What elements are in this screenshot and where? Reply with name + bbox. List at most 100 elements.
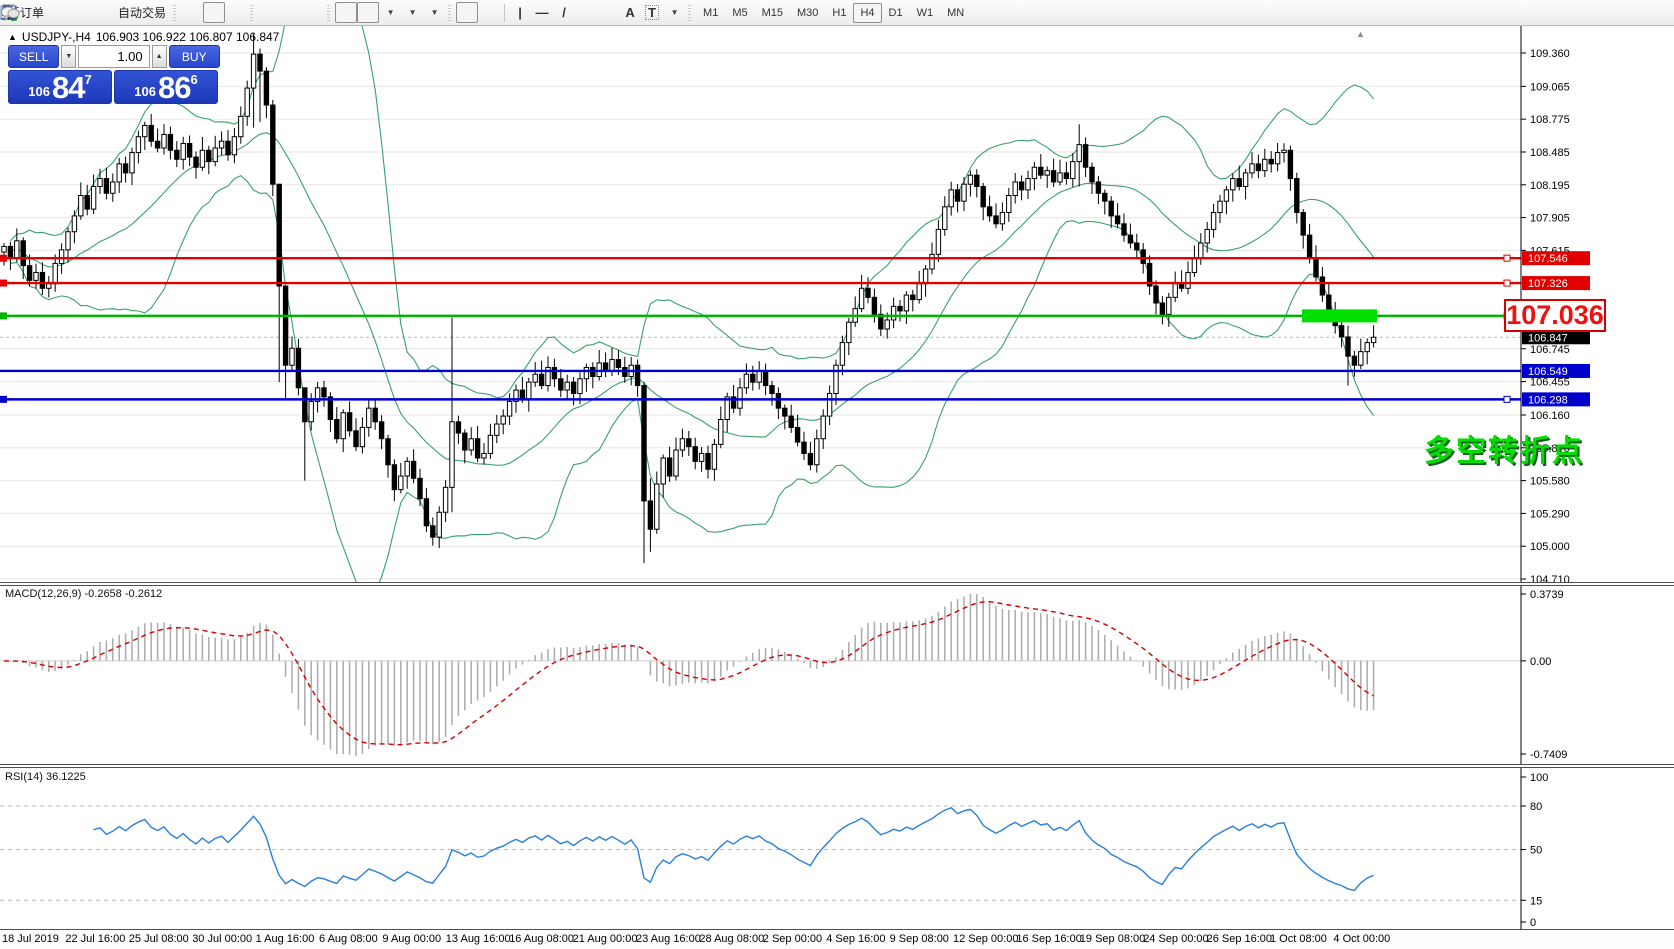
add-indicator-button[interactable]: ▼ — [379, 2, 401, 23]
zoom-in-button[interactable] — [258, 2, 280, 23]
timeframe-MN[interactable]: MN — [940, 3, 971, 23]
time-axis-label: 9 Sep 08:00 — [890, 933, 949, 945]
svg-text:107.905: 107.905 — [1530, 213, 1570, 225]
tile-windows-button[interactable] — [302, 2, 324, 23]
buy-button[interactable]: BUY — [169, 45, 220, 68]
volume-input[interactable]: 1.00 — [78, 45, 149, 68]
svg-text:109.065: 109.065 — [1530, 81, 1570, 93]
time-axis-label: 21 Aug 00:00 — [573, 933, 638, 945]
svg-text:105.000: 105.000 — [1530, 541, 1570, 553]
time-axis-label: 28 Aug 08:00 — [699, 933, 764, 945]
time-axis-label: 30 Jul 00:00 — [192, 933, 252, 945]
timeframe-M30[interactable]: M30 — [790, 3, 825, 23]
rsi-panel-canvas[interactable]: 1008050150 — [0, 768, 1674, 929]
svg-text:80: 80 — [1530, 801, 1542, 813]
profile-button[interactable] — [70, 2, 92, 23]
macd-panel-canvas[interactable]: 0.3739 0.00 -0.7409 — [0, 586, 1674, 764]
timeframe-M1[interactable]: M1 — [696, 3, 725, 23]
vline-icon: | — [518, 6, 522, 19]
time-axis-label: 12 Sep 00:00 — [953, 933, 1018, 945]
chart-header: ▲ USDJPY-,H4 106.903 106.922 106.807 106… — [8, 30, 279, 44]
chevron-down-icon: ▼ — [671, 8, 679, 17]
time-axis-label: 18 Jul 2019 — [2, 933, 59, 945]
trendline-icon: / — [562, 6, 566, 19]
signal-button[interactable] — [92, 2, 114, 23]
main-chart-canvas[interactable]: 109.360109.065108.775108.485108.195107.9… — [0, 26, 1674, 582]
line-chart-button[interactable] — [225, 2, 247, 23]
sell-price-figure: 106 — [28, 82, 50, 102]
label-icon: T — [646, 6, 658, 19]
text-tool[interactable]: A — [619, 2, 641, 23]
bar-chart-button[interactable] — [181, 2, 203, 23]
cursor-button[interactable] — [456, 2, 478, 23]
buy-price[interactable]: 106 86 6 — [114, 70, 218, 104]
timeframe-W1[interactable]: W1 — [910, 3, 941, 23]
auto-scroll-button[interactable] — [335, 2, 357, 23]
time-axis-label: 16 Sep 16:00 — [1016, 933, 1081, 945]
timeframe-group: M1M5M15M30H1H4D1W1MN — [696, 3, 971, 23]
collapse-icon[interactable]: ▲ — [8, 32, 17, 42]
svg-text:0.00: 0.00 — [1530, 656, 1551, 668]
sell-price-pips: 84 — [52, 73, 84, 102]
chevron-down-icon: ▼ — [431, 8, 439, 17]
toolbar-grip — [688, 5, 691, 21]
svg-text:106.745: 106.745 — [1530, 344, 1570, 356]
horizontal-line-tool[interactable]: — — [531, 2, 553, 23]
chart-window: ▲ USDJPY-,H4 106.903 106.922 106.807 106… — [0, 26, 1674, 949]
chart-shift-marker-icon[interactable]: ▲ — [1356, 29, 1365, 39]
main-toolbar: 新订单 自动交易 — [0, 0, 1674, 26]
time-axis-label: 4 Sep 16:00 — [826, 933, 885, 945]
one-click-trading-panel: SELL ▼ 1.00 ▲ BUY 106 84 7 106 86 6 — [8, 45, 220, 104]
svg-text:108.775: 108.775 — [1530, 114, 1570, 126]
timeframe-H4[interactable]: H4 — [853, 3, 881, 23]
level-highlight — [1302, 309, 1377, 322]
toolbar-grip — [173, 5, 176, 21]
toolbar-grip — [250, 5, 253, 21]
autotrading-button[interactable]: 自动交易 — [114, 2, 170, 23]
price-callout-label[interactable]: 107.036 — [1504, 299, 1606, 332]
zoom-out-button[interactable] — [280, 2, 302, 23]
trendline-tool[interactable]: / — [553, 2, 575, 23]
svg-text:0.3739: 0.3739 — [1530, 589, 1564, 601]
buy-price-pips: 86 — [158, 73, 190, 102]
template-button[interactable]: ▼ — [423, 2, 445, 23]
svg-text:105.580: 105.580 — [1530, 476, 1570, 488]
fibonacci-tool[interactable]: F — [597, 2, 619, 23]
chinese-annotation[interactable]: 多空转折点 — [1424, 426, 1584, 470]
time-axis-label: 1 Aug 16:00 — [256, 933, 315, 945]
candlestick-chart-button[interactable] — [203, 2, 225, 23]
volume-decrease-button[interactable]: ▼ — [61, 45, 76, 68]
arrows-tool[interactable]: ▼ — [663, 2, 685, 23]
svg-text:106.847: 106.847 — [1528, 332, 1568, 344]
svg-text:106.298: 106.298 — [1528, 394, 1568, 406]
eraser-button[interactable] — [48, 2, 70, 23]
svg-text:109.360: 109.360 — [1530, 48, 1570, 60]
chat-icon[interactable] — [0, 4, 20, 22]
label-tool[interactable]: T — [641, 2, 663, 23]
time-axis[interactable]: 18 Jul 201922 Jul 16:0025 Jul 08:0030 Ju… — [0, 929, 1674, 949]
svg-text:105.290: 105.290 — [1530, 508, 1570, 520]
timeframe-D1[interactable]: D1 — [882, 3, 910, 23]
volume-increase-button[interactable]: ▲ — [152, 45, 167, 68]
svg-text:106.549: 106.549 — [1528, 366, 1568, 378]
periods-button[interactable]: ▼ — [401, 2, 423, 23]
macd-label: MACD(12,26,9) -0.2658 -0.2612 — [5, 588, 162, 600]
sell-price-point: 7 — [84, 73, 91, 86]
chart-shift-button[interactable] — [357, 2, 379, 23]
autotrading-label: 自动交易 — [118, 4, 166, 21]
timeframe-M15[interactable]: M15 — [755, 3, 790, 23]
channel-tool[interactable]: E — [575, 2, 597, 23]
toolbar-grip — [327, 5, 330, 21]
toolbar-separator — [504, 4, 505, 22]
timeframe-M5[interactable]: M5 — [725, 3, 754, 23]
vertical-line-tool[interactable]: | — [509, 2, 531, 23]
svg-text:-0.7409: -0.7409 — [1530, 749, 1567, 761]
timeframe-H1[interactable]: H1 — [825, 3, 853, 23]
svg-text:104.710: 104.710 — [1530, 574, 1570, 582]
symbol-title: USDJPY-,H4 — [22, 30, 91, 44]
crosshair-button[interactable] — [478, 2, 500, 23]
rsi-label: RSI(14) 36.1225 — [5, 771, 86, 783]
sell-button[interactable]: SELL — [8, 45, 59, 68]
sell-price[interactable]: 106 84 7 — [8, 70, 112, 104]
svg-text:0: 0 — [1530, 917, 1536, 929]
